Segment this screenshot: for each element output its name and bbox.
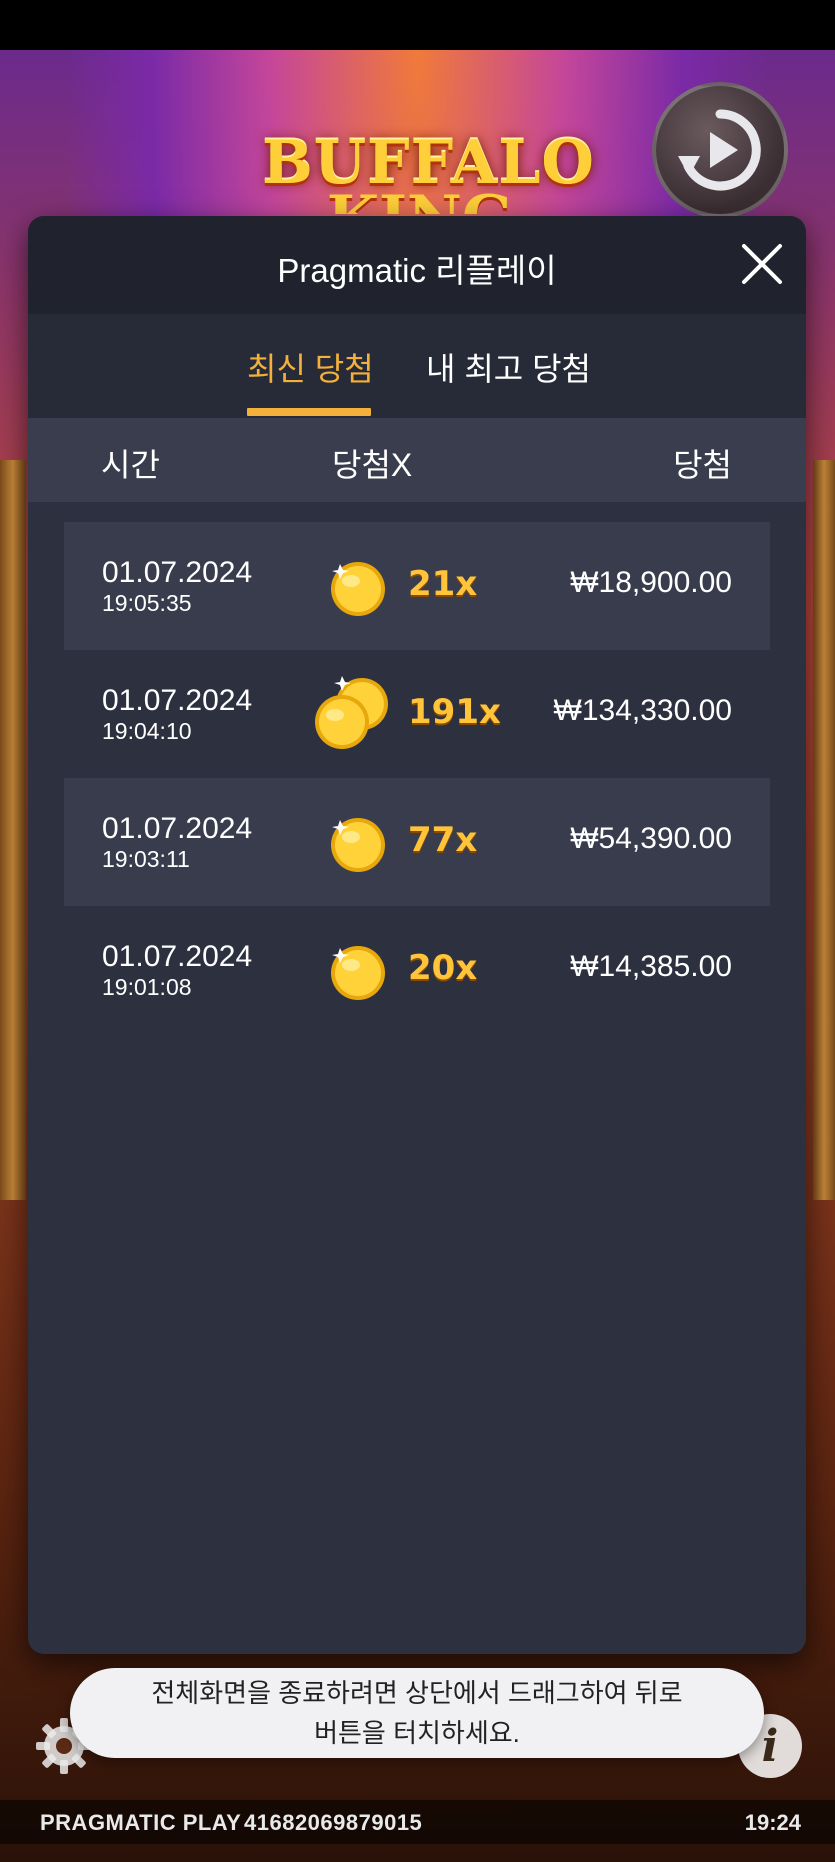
- single-coin-icon: [331, 946, 385, 1000]
- close-button[interactable]: [736, 238, 788, 290]
- brand-label: PRAGMATIC PLAY: [40, 1810, 242, 1835]
- row-win-amount: ₩18,900.00: [570, 566, 732, 599]
- status-bar: [0, 0, 835, 50]
- toast-line-1: 전체화면을 종료하려면 상단에서 드래그하여 뒤로: [151, 1678, 683, 1708]
- win-list: 01.07.2024 19:05:35 21x ₩18,900.00 01.07…: [28, 502, 806, 1034]
- row-date: 01.07.2024: [102, 940, 253, 973]
- game-logo-subtitle: KING: [320, 188, 520, 214]
- row-time: 19:03:11: [102, 846, 190, 872]
- row-multiplier: 191x: [408, 692, 501, 732]
- row-time: 19:01:08: [102, 974, 192, 1000]
- double-coin-icon: [315, 676, 388, 749]
- row-time: 19:04:10: [102, 718, 192, 744]
- row-multiplier: 20x: [408, 948, 478, 988]
- row-win-amount: ₩54,390.00: [570, 822, 732, 855]
- close-icon: [742, 244, 782, 284]
- table-header: 시간 당첨X 당첨: [28, 418, 806, 502]
- table-row[interactable]: 01.07.2024 19:04:10 191x ₩134,330.00: [64, 650, 770, 778]
- replay-modal: Pragmatic 리플레이 최신 당첨 내 최고 당첨 시간 당첨X 당첨 0…: [28, 216, 806, 1654]
- row-date: 01.07.2024: [102, 812, 253, 845]
- single-coin-icon: [331, 818, 385, 872]
- modal-header: Pragmatic 리플레이: [28, 216, 806, 314]
- row-multiplier: 77x: [408, 820, 478, 860]
- row-date: 01.07.2024: [102, 556, 253, 589]
- column-header-win: 당첨: [673, 447, 732, 483]
- replay-button[interactable]: [652, 82, 788, 218]
- column-header-time: 시간: [101, 447, 160, 483]
- row-win-amount: ₩134,330.00: [553, 694, 732, 727]
- row-time: 19:05:35: [102, 590, 192, 616]
- reel-frame-left: [0, 460, 26, 1200]
- replay-icon: [678, 109, 761, 191]
- row-multiplier: 21x: [408, 564, 478, 604]
- table-row[interactable]: 01.07.2024 19:05:35 21x ₩18,900.00: [64, 522, 770, 650]
- row-date: 01.07.2024: [102, 684, 253, 717]
- tab-latest-wins[interactable]: 최신 당첨: [247, 344, 374, 390]
- table-row[interactable]: 01.07.2024 19:01:08 20x ₩14,385.00: [64, 906, 770, 1034]
- column-header-multiplier: 당첨X: [332, 447, 413, 483]
- toast-line-2: 버튼을 터치하세요.: [314, 1718, 520, 1748]
- modal-title: Pragmatic 리플레이: [277, 252, 557, 289]
- session-id: 41682069879015: [244, 1810, 423, 1835]
- bottom-bar: PRAGMATIC PLAY 41682069879015 19:24: [0, 1800, 835, 1844]
- single-coin-icon: [331, 562, 385, 616]
- table-row[interactable]: 01.07.2024 19:03:11 77x ₩54,390.00: [64, 778, 770, 906]
- reel-frame-right: [813, 460, 835, 1200]
- active-tab-indicator: [247, 408, 371, 416]
- fullscreen-exit-toast: 전체화면을 종료하려면 상단에서 드래그하여 뒤로 버튼을 터치하세요.: [70, 1668, 764, 1758]
- row-win-amount: ₩14,385.00: [570, 950, 732, 983]
- tab-my-best-wins[interactable]: 내 최고 당첨: [426, 344, 591, 390]
- clock: 19:24: [744, 1810, 801, 1835]
- tab-bar: 최신 당첨 내 최고 당첨: [28, 314, 806, 418]
